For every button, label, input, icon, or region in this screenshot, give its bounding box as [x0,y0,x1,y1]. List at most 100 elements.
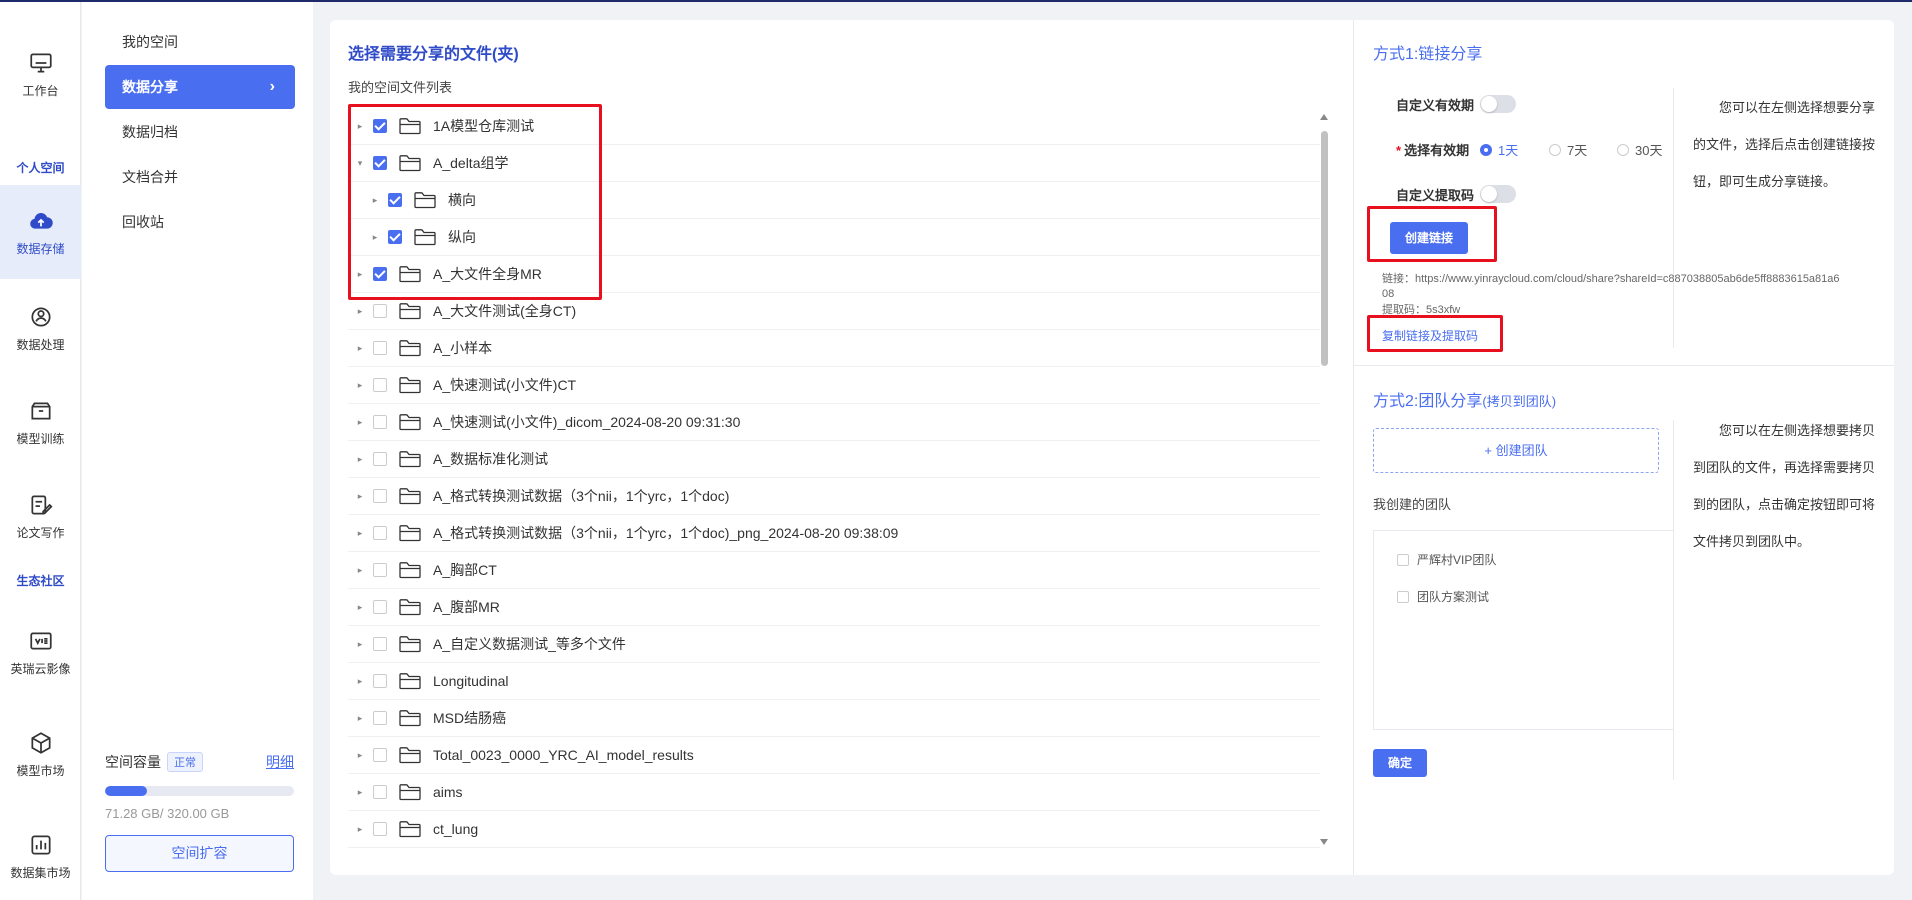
caret-right-icon[interactable]: ▸ [353,639,367,650]
copy-link-button[interactable]: 复制链接及提取码 [1382,327,1478,344]
caret-right-icon[interactable]: ▸ [353,380,367,391]
caret-right-icon[interactable]: ▸ [353,491,367,502]
caret-right-icon[interactable]: ▸ [353,306,367,317]
rail-item-data-processing[interactable]: 数据处理 [0,304,81,364]
caret-right-icon[interactable]: ▸ [353,824,367,835]
rail-item-model-market[interactable]: 模型市场 [0,730,81,790]
help-divider [1673,88,1674,348]
caret-right-icon[interactable]: ▸ [353,676,367,687]
file-checkbox[interactable] [388,230,402,244]
file-checkbox[interactable] [388,193,402,207]
file-row[interactable]: ▸ A_大文件全身MR [348,256,1320,293]
rail-item-model-training[interactable]: 模型训练 [0,398,81,458]
radio-30-days[interactable]: 30天 [1617,140,1662,159]
team-item[interactable]: 严辉村VIP团队 [1397,551,1496,568]
radio-1-day[interactable]: 1天 [1480,140,1518,159]
file-row[interactable]: ▸ A_腹部MR [348,589,1320,626]
caret-right-icon[interactable]: ▸ [353,528,367,539]
file-checkbox[interactable] [373,674,387,688]
scroll-up-arrow-icon[interactable] [1320,114,1328,120]
file-checkbox[interactable] [373,563,387,577]
rail-item-yinray-imaging[interactable]: 英瑞云影像 [0,628,81,688]
file-name: 横向 [448,192,476,208]
caret-right-icon[interactable]: ▸ [353,787,367,798]
custom-code-toggle[interactable] [1480,185,1516,203]
caret-right-icon[interactable]: ▸ [353,602,367,613]
file-row[interactable]: ▾ A_delta组学 [348,145,1320,182]
caret-right-icon[interactable]: ▸ [353,565,367,576]
file-row[interactable]: ▸ A_格式转换测试数据（3个nii，1个yrc，1个doc)_png_2024-… [348,515,1320,552]
caret-right-icon[interactable]: ▸ [353,454,367,465]
file-row[interactable]: ▸ A_格式转换测试数据（3个nii，1个yrc，1个doc) [348,478,1320,515]
file-checkbox[interactable] [373,452,387,466]
file-checkbox[interactable] [373,156,387,170]
file-row[interactable]: ▸ Total_0023_0000_YRC_AI_model_results [348,737,1320,774]
scroll-down-arrow-icon[interactable] [1320,839,1328,845]
file-row[interactable]: ▸ A_胸部CT [348,552,1320,589]
rail-item-dataset-market[interactable]: 数据集市场 [0,832,81,892]
caret-right-icon[interactable]: ▸ [353,121,367,132]
caret-right-icon[interactable]: ▸ [353,269,367,280]
radio-7-days[interactable]: 7天 [1549,140,1587,159]
file-row[interactable]: ▸ A_快速测试(小文件)_dicom_2024-08-20 09:31:30 [348,404,1320,441]
create-link-button[interactable]: 创建链接 [1390,222,1468,254]
file-checkbox[interactable] [373,822,387,836]
menu-item-recycle-bin[interactable]: 回收站 [105,200,295,244]
custom-validity-toggle[interactable] [1480,95,1516,113]
file-row[interactable]: ▸ A_自定义数据测试_等多个文件 [348,626,1320,663]
team-checkbox[interactable] [1397,553,1409,566]
rail-item-workbench[interactable]: 工作台 [0,50,81,110]
file-row[interactable]: ▸ A_小样本 [348,330,1320,367]
caret-down-icon[interactable]: ▾ [353,158,367,169]
team-checkbox[interactable] [1397,590,1409,603]
file-checkbox[interactable] [373,267,387,281]
folder-icon [414,191,436,209]
confirm-button[interactable]: 确定 [1373,749,1427,777]
file-checkbox[interactable] [373,304,387,318]
menu-item-doc-merge[interactable]: 文档合并 [105,155,295,199]
scroll-thumb[interactable] [1321,131,1328,366]
file-list-scrollbar[interactable] [1320,112,1328,846]
caret-right-icon[interactable]: ▸ [353,750,367,761]
radio-label: 7天 [1567,143,1588,158]
file-row[interactable]: ▸ Longitudinal [348,663,1320,700]
file-row[interactable]: ▸ A_数据标准化测试 [348,441,1320,478]
file-checkbox[interactable] [373,415,387,429]
expand-space-button[interactable]: 空间扩容 [105,835,294,872]
caret-right-icon[interactable]: ▸ [353,713,367,724]
caret-right-icon[interactable]: ▸ [353,343,367,354]
menu-item-my-space[interactable]: 我的空间 [105,20,295,64]
menu-item-data-share[interactable]: 数据分享 › [105,65,295,109]
file-row[interactable]: ▸ aims [348,774,1320,811]
team-item[interactable]: 团队方案测试 [1397,588,1489,605]
select-validity-text: 选择有效期 [1404,143,1470,158]
file-name: A_快速测试(小文件)_dicom_2024-08-20 09:31:30 [433,414,741,430]
menu-item-data-archive[interactable]: 数据归档 [105,110,295,154]
file-checkbox[interactable] [373,637,387,651]
file-checkbox[interactable] [373,119,387,133]
rail-item-paper-writing[interactable]: 论文写作 [0,492,81,552]
create-team-button[interactable]: + 创建团队 [1373,428,1659,473]
file-name: Total_0023_0000_YRC_AI_model_results [433,747,694,763]
file-row[interactable]: ▸ MSD结肠癌 [348,700,1320,737]
file-checkbox[interactable] [373,489,387,503]
file-checkbox[interactable] [373,526,387,540]
caret-right-icon[interactable]: ▸ [368,195,382,206]
caret-right-icon[interactable]: ▸ [353,417,367,428]
file-checkbox[interactable] [373,600,387,614]
file-checkbox[interactable] [373,785,387,799]
file-row[interactable]: ▸ A_大文件测试(全身CT) [348,293,1320,330]
file-row[interactable]: ▸ 横向 [348,182,1320,219]
file-row[interactable]: ▸ 1A模型仓库测试 [348,108,1320,145]
caret-right-icon[interactable]: ▸ [368,232,382,243]
file-checkbox[interactable] [373,341,387,355]
file-checkbox[interactable] [373,711,387,725]
storage-panel: 空间容量 正常 明细 71.28 GB/ 320.00 GB [105,752,294,821]
file-checkbox[interactable] [373,378,387,392]
file-row[interactable]: ▸ 纵向 [348,219,1320,256]
file-checkbox[interactable] [373,748,387,762]
detail-link[interactable]: 明细 [266,752,294,772]
rail-item-data-storage[interactable]: 数据存储 [0,185,81,279]
file-row[interactable]: ▸ A_快速测试(小文件)CT [348,367,1320,404]
file-row[interactable]: ▸ ct_lung [348,811,1320,848]
